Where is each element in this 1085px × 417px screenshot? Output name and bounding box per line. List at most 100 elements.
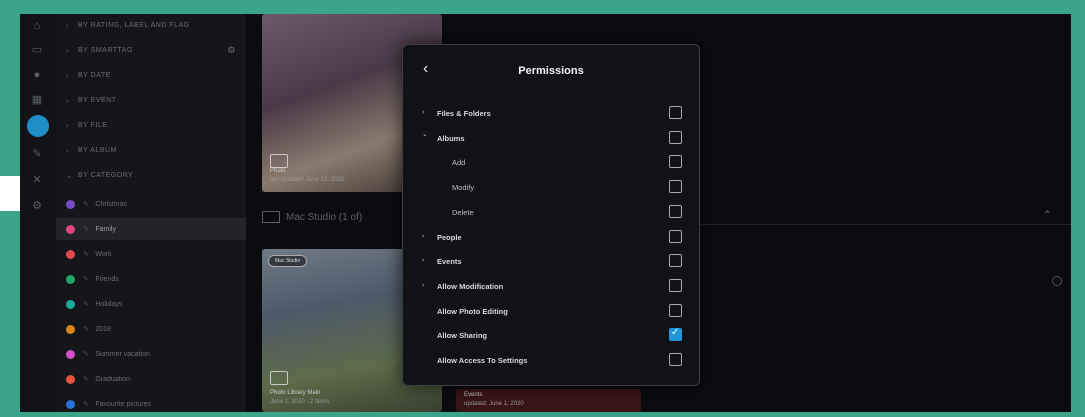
sidebar-section[interactable]: › BY FILE (56, 114, 246, 136)
category-color-dot (66, 199, 75, 209)
permission-checkbox[interactable] (669, 278, 682, 292)
sidebar-category[interactable]: ✎ Graduation (56, 368, 246, 390)
sidebar-section[interactable]: › BY DATE (56, 64, 246, 86)
folder-icon (270, 371, 288, 385)
sidebar-category[interactable]: ✎ Work (56, 243, 246, 265)
sidebar-category[interactable]: ✎ Summer vacation (56, 343, 246, 365)
sidebar-section-label: BY EVENT (78, 96, 117, 104)
app-screen: ⌂ ▭ ● ▦ ✎ ✕ ⚙ › BY RATING, LABEL AND FLAG › BY SM… (20, 14, 1071, 412)
sidebar-section[interactable]: › BY EVENT (56, 89, 246, 111)
tag-icon: ✎ (83, 351, 90, 358)
dialog-header: ‹ Permissions (403, 45, 699, 95)
permission-checkbox[interactable] (669, 204, 682, 218)
sidebar-section-label: BY DATE (78, 71, 111, 79)
tag-icon: ✎ (83, 276, 90, 283)
category-label: Graduation (95, 375, 131, 383)
category-label: Christmas (95, 200, 127, 208)
tag-icon: ✎ (83, 401, 90, 408)
permission-checkbox[interactable] (669, 180, 682, 194)
category-label: Friends (95, 275, 119, 283)
tag-icon: ✎ (83, 201, 90, 208)
sidebar-section[interactable]: › BY SMARTTAG ⚙ (56, 39, 246, 61)
permission-label: Delete (452, 207, 474, 217)
close-icon[interactable]: ✕ (31, 174, 43, 186)
permission-label: Allow Access To Settings (437, 356, 528, 365)
permission-checkbox[interactable] (669, 327, 682, 342)
permission-row[interactable]: Add (403, 150, 699, 175)
permission-row[interactable]: › Allow Modification (403, 274, 699, 299)
label-icon[interactable]: ✎ (31, 148, 43, 160)
permission-checkbox[interactable] (669, 229, 682, 243)
chevron-right-icon: › (66, 20, 70, 30)
tag-icon: ✎ (83, 376, 90, 383)
permission-row[interactable]: Delete (403, 200, 699, 225)
chevron-right-icon[interactable]: › (422, 282, 424, 289)
permission-label: Albums (437, 133, 465, 143)
permission-row[interactable]: ⌄ Albums (403, 126, 699, 151)
permission-checkbox[interactable] (669, 254, 682, 268)
home-icon[interactable]: ⌂ (31, 20, 43, 32)
chevron-up-icon[interactable]: ⌃ (1043, 210, 1051, 221)
scroll-knob[interactable] (1052, 276, 1062, 286)
photo-tile-3[interactable]: Events updated: June 1, 2020 (456, 389, 641, 412)
sidebar-section[interactable]: › BY ALBUM (56, 139, 246, 161)
category-color-dot (66, 274, 75, 284)
permission-checkbox[interactable] (669, 130, 682, 144)
sidebar-category[interactable]: ✎ Friends (56, 268, 246, 290)
sidebar-category[interactable]: ✎ Family (56, 218, 246, 240)
permission-row[interactable]: › People (403, 225, 699, 250)
sidebar-category[interactable]: ✎ Christmas (56, 193, 246, 215)
category-color-dot (66, 224, 75, 234)
sidebar-section-label: BY CATEGORY (78, 171, 134, 179)
sidebar-section-label: BY SMARTTAG (78, 46, 133, 54)
folder-icon[interactable]: ▭ (31, 44, 43, 56)
tag-icon: ✎ (83, 326, 90, 333)
chevron-down-icon: ⌄ (66, 170, 74, 180)
person-icon[interactable]: ● (31, 69, 43, 81)
category-label: Work (95, 250, 112, 258)
category-label: Summer vacation (95, 350, 150, 358)
icon-rail: ⌂ ▭ ● ▦ ✎ ✕ ⚙ (20, 14, 56, 412)
gear-icon[interactable]: ⚙ (227, 45, 236, 56)
category-label: Favourite pictures (95, 400, 152, 408)
tag-icon[interactable] (27, 115, 49, 137)
sidebar-section[interactable]: ⌄ BY CATEGORY (56, 164, 246, 186)
chevron-right-icon[interactable]: › (422, 257, 424, 264)
permission-row[interactable]: Modify (403, 175, 699, 200)
calendar-icon[interactable]: ▦ (31, 94, 43, 106)
device-header: Mac Studio (1 of) (262, 211, 362, 223)
permission-label: Allow Sharing (437, 331, 488, 341)
sidebar-category[interactable]: ✎ Favourite pictures (56, 393, 246, 412)
permission-row[interactable]: Allow Access To Settings (403, 348, 699, 373)
permission-label: Events (437, 257, 462, 267)
permission-label: People (437, 232, 462, 242)
permission-row[interactable]: Allow Sharing (403, 323, 699, 348)
sidebar-category[interactable]: ✎ 2018 (56, 318, 246, 340)
chevron-right-icon[interactable]: › (422, 109, 424, 116)
permission-row[interactable]: Allow Photo Editing (403, 299, 699, 324)
device-label: Mac Studio (1 of) (286, 211, 363, 223)
tile-title: Photo Library Main (270, 390, 321, 396)
frame-notch (0, 176, 20, 211)
folder-icon (270, 154, 288, 168)
tag-icon: ✎ (83, 301, 90, 308)
device-badge: Mac Studio (268, 255, 308, 267)
chevron-right-icon: › (66, 145, 70, 155)
sidebar-category[interactable]: ✎ Holidays (56, 293, 246, 315)
chevron-right-icon[interactable]: › (422, 233, 424, 240)
monitor-icon (262, 211, 280, 223)
settings-icon[interactable]: ⚙ (31, 200, 43, 212)
tile-subtitle: June 1, 2020 · 2 items (270, 399, 330, 405)
chevron-right-icon: › (66, 70, 70, 80)
chevron-down-icon[interactable]: ⌄ (422, 130, 428, 138)
permission-checkbox[interactable] (669, 303, 682, 317)
permissions-dialog: ‹ Permissions › Files & Folders ⌄ Albums Add… (402, 44, 700, 386)
permission-checkbox[interactable] (669, 353, 682, 366)
permission-row[interactable]: › Events (403, 249, 699, 274)
sidebar-section[interactable]: › BY RATING, LABEL AND FLAG (56, 14, 246, 36)
permission-checkbox[interactable] (669, 106, 682, 119)
chevron-right-icon: › (66, 120, 70, 130)
permission-label: Allow Photo Editing (437, 306, 508, 316)
permission-checkbox[interactable] (669, 155, 682, 169)
permission-row[interactable]: › Files & Folders (403, 101, 699, 126)
